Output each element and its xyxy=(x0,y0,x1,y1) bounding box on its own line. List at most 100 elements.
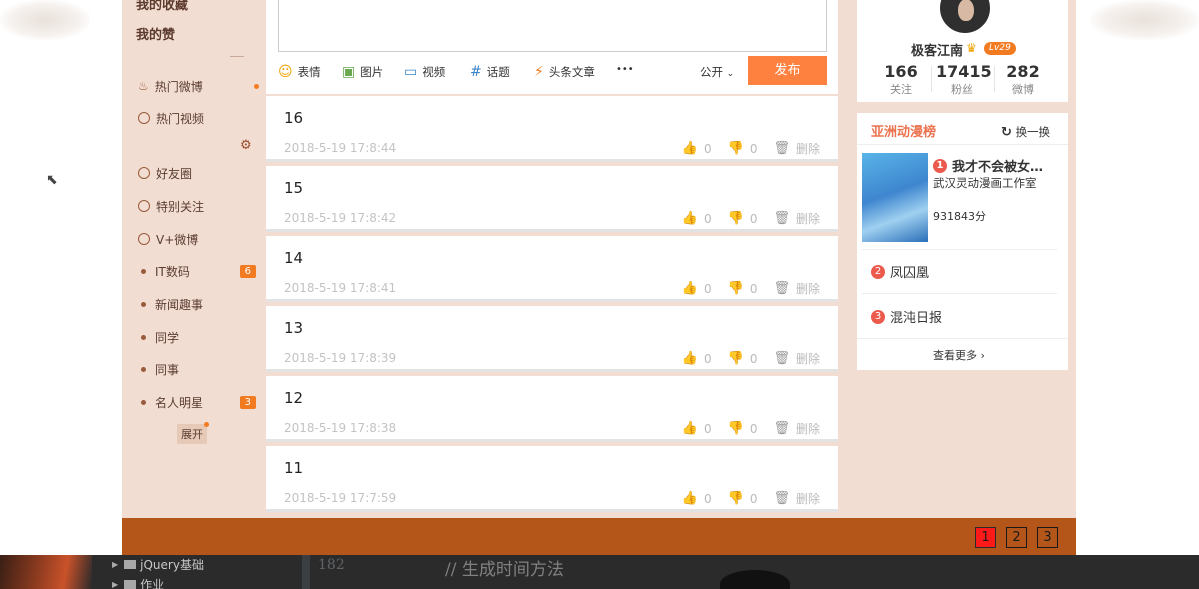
left-nav: 我的收藏 我的赞 ♨ 热门微博 热门视频 ⚙ 好友圈 特别关注 V+微博 IT数… xyxy=(122,0,266,518)
feed-item: 11 2018-5-19 17:7:59 👍 0 👎 0 🗑 删除 xyxy=(266,446,838,512)
trash-icon[interactable]: 🗑 xyxy=(773,421,790,436)
delete-button[interactable]: 删除 xyxy=(796,350,820,367)
image-button[interactable]: ▣ 图片 xyxy=(342,64,383,80)
thumbs-up-icon[interactable]: 👍 xyxy=(682,351,698,366)
nav-item-label: V+微博 xyxy=(156,232,199,247)
circle-icon xyxy=(138,167,150,179)
video-button[interactable]: ▭ 视频 xyxy=(404,64,445,80)
feed-item: 16 2018-5-19 17:8:44 👍 0 👎 0 🗑 删除 xyxy=(266,96,838,162)
see-more-link[interactable]: 查看更多 › xyxy=(933,347,985,363)
thumbs-down-icon[interactable]: 👎 xyxy=(728,491,744,506)
expand-triangle-icon: ▶ xyxy=(112,560,119,569)
ranking-title: 亚洲动漫榜 xyxy=(871,125,937,140)
feed-item: 15 2018-5-19 17:8:42 👍 0 👎 0 🗑 删除 xyxy=(266,166,838,232)
feed-actions: 👍 0 👎 0 🗑 删除 xyxy=(682,490,820,507)
trash-icon[interactable]: 🗑 xyxy=(773,491,790,506)
thumbs-down-icon[interactable]: 👎 xyxy=(728,421,744,436)
ide-tree-item[interactable]: ▶ 作业 xyxy=(112,576,164,589)
trash-icon[interactable]: 🗑 xyxy=(773,141,790,156)
more-button[interactable]: ••• xyxy=(616,64,634,75)
divider xyxy=(862,249,1057,250)
divider xyxy=(857,144,1068,145)
ranking-item-2[interactable]: 2 凤囚凰 xyxy=(871,262,929,281)
article-button[interactable]: ⚡ 头条文章 xyxy=(534,64,595,80)
topic-button[interactable]: # 话题 xyxy=(470,64,510,80)
page-button-2[interactable]: 2 xyxy=(1006,527,1027,548)
gear-icon[interactable]: ⚙ xyxy=(240,139,254,153)
trash-icon[interactable]: 🗑 xyxy=(773,211,790,226)
thumbs-up-icon[interactable]: 👍 xyxy=(682,421,698,436)
stat-following[interactable]: 166 关注 xyxy=(877,62,925,97)
delete-button[interactable]: 删除 xyxy=(796,280,820,297)
feed-item-time: 2018-5-19 17:8:44 xyxy=(284,141,397,155)
ide-divider xyxy=(302,555,310,589)
emoji-button[interactable]: ☺ 表情 xyxy=(278,64,321,80)
like-count: 0 xyxy=(704,211,712,226)
rank-number: 3 xyxy=(871,309,885,324)
thumbs-down-icon[interactable]: 👎 xyxy=(728,211,744,226)
thumbs-down-icon[interactable]: 👎 xyxy=(728,281,744,296)
stat-value: 166 xyxy=(884,62,918,81)
delete-button[interactable]: 删除 xyxy=(796,490,820,507)
trash-icon[interactable]: 🗑 xyxy=(773,351,790,366)
dislike-count: 0 xyxy=(749,351,758,366)
refresh-label: 换一换 xyxy=(1015,125,1051,139)
nav-item-celebrities[interactable]: 名人明星 3 xyxy=(138,393,266,411)
ide-tree-item[interactable]: ▶ jQuery基础 xyxy=(112,556,204,573)
thumbs-up-icon[interactable]: 👍 xyxy=(682,141,698,156)
delete-button[interactable]: 删除 xyxy=(796,420,820,437)
image-icon: ▣ xyxy=(342,64,356,80)
nav-item-news[interactable]: 新闻趣事 xyxy=(138,295,266,313)
nav-item-hot-weibo[interactable]: ♨ 热门微博 xyxy=(138,77,266,95)
nav-item-it-digital[interactable]: IT数码 6 xyxy=(138,262,266,280)
divider xyxy=(230,56,244,60)
nav-item-vplus[interactable]: V+微博 xyxy=(138,230,266,248)
user-name[interactable]: 极客江南 xyxy=(911,40,963,59)
thumbs-up-icon[interactable]: 👍 xyxy=(682,211,698,226)
feed-item-text: 12 xyxy=(284,389,304,407)
nav-item-label: 同事 xyxy=(155,362,180,377)
like-count: 0 xyxy=(704,351,712,366)
play-icon xyxy=(138,112,150,124)
video-icon: ▭ xyxy=(404,64,418,80)
feed-item: 14 2018-5-19 17:8:41 👍 0 👎 0 🗑 删除 xyxy=(266,236,838,302)
stat-followers[interactable]: 17415 粉丝 xyxy=(936,62,992,97)
fire-icon: ♨ xyxy=(138,79,149,93)
expand-button[interactable]: 展开 xyxy=(177,422,209,444)
delete-button[interactable]: 删除 xyxy=(796,140,820,157)
comic-cover-image[interactable] xyxy=(862,153,928,242)
page-button-3[interactable]: 3 xyxy=(1037,527,1058,548)
nav-item-special-follow[interactable]: 特别关注 xyxy=(138,197,266,215)
stat-posts[interactable]: 282 微博 xyxy=(1000,62,1046,97)
thumbs-up-icon[interactable]: 👍 xyxy=(682,281,698,296)
bullet-icon xyxy=(141,399,146,405)
nav-item-colleagues[interactable]: 同事 xyxy=(138,360,266,378)
thumbs-down-icon[interactable]: 👎 xyxy=(728,141,744,156)
publish-button[interactable]: 发布 xyxy=(748,56,827,85)
privacy-select[interactable]: 公开 ⌄ xyxy=(700,64,734,80)
like-count: 0 xyxy=(704,491,712,506)
nav-item-label: 同学 xyxy=(155,330,180,345)
refresh-button[interactable]: ↻ 换一换 xyxy=(1001,124,1050,140)
trash-icon[interactable]: 🗑 xyxy=(773,281,790,296)
nav-favorites[interactable]: 我的收藏 xyxy=(136,0,188,13)
nav-item-label: 热门微博 xyxy=(154,79,203,94)
thumbs-up-icon[interactable]: 👍 xyxy=(682,491,698,506)
crown-icon: ♛ xyxy=(966,41,977,55)
nav-item-classmates[interactable]: 同学 xyxy=(138,328,266,346)
ranking-item-3[interactable]: 3 混沌日报 xyxy=(871,307,942,326)
feed-item: 12 2018-5-19 17:8:38 👍 0 👎 0 🗑 删除 xyxy=(266,376,838,442)
post-textarea[interactable] xyxy=(278,0,827,52)
page-button-1[interactable]: 1 xyxy=(975,527,996,548)
dislike-count: 0 xyxy=(749,281,758,296)
ranking-item-1[interactable]: 1 我才不会被女… xyxy=(933,156,1043,175)
refresh-icon: ↻ xyxy=(1001,125,1012,140)
nav-likes[interactable]: 我的赞 xyxy=(136,24,175,43)
nav-item-friends-circle[interactable]: 好友圈 xyxy=(138,164,266,182)
nav-item-hot-video[interactable]: 热门视频 xyxy=(138,109,266,127)
feed-item-text: 15 xyxy=(284,179,304,197)
chevron-down-icon: ⌄ xyxy=(726,69,735,79)
thumbs-down-icon[interactable]: 👎 xyxy=(728,351,744,366)
delete-button[interactable]: 删除 xyxy=(796,210,820,227)
vplus-icon xyxy=(138,233,150,245)
